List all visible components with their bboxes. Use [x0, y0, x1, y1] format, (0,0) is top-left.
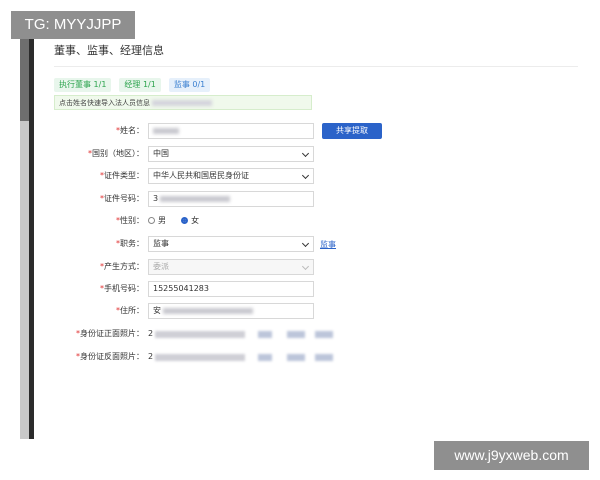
address-input[interactable]: 安 — [148, 303, 314, 319]
gender-male-radio[interactable] — [148, 217, 155, 224]
gender-radio-group: 男 女 — [148, 213, 199, 229]
name-input[interactable] — [148, 123, 314, 139]
tg-badge: TG: MYYJJPP — [11, 11, 135, 39]
tip-text: 点击姓名快速导入法人员信息 — [59, 99, 150, 107]
watermark: www.j9yxweb.com — [434, 441, 589, 470]
id-front-filename-redacted — [155, 331, 245, 338]
id-front-action-2[interactable] — [287, 331, 305, 338]
country-label: *国别（地区）： — [88, 149, 144, 158]
quick-import-tip: 点击姓名快速导入法人员信息 — [54, 95, 312, 110]
phone-value: 15255041283 — [153, 284, 209, 293]
id-type-value: 中华人民共和国居民身份证 — [153, 171, 249, 180]
gender-female-radio[interactable] — [181, 217, 189, 224]
name-label: *姓名： — [116, 126, 144, 135]
left-panel-edge — [29, 39, 34, 439]
row-country: *国别（地区）： — [40, 146, 144, 162]
id-number-value: 3 — [153, 194, 159, 203]
share-extract-button[interactable]: 共享提取 — [322, 123, 382, 139]
id-back-files: 2 — [0, 349, 360, 365]
tab-supervisor[interactable]: 监事 0/1 — [168, 78, 211, 92]
row-position: *职务： — [40, 236, 144, 252]
name-redacted — [153, 127, 179, 134]
tab-executive-director[interactable]: 执行董事 1/1 — [54, 78, 112, 92]
position-link[interactable]: 监事 — [320, 239, 336, 250]
row-name: *姓名： — [40, 123, 144, 139]
row-method: *产生方式： — [40, 259, 144, 275]
gender-female-label: 女 — [191, 216, 200, 225]
tab-manager[interactable]: 经理 1/1 — [119, 78, 161, 92]
position-select[interactable]: 监事 — [148, 236, 314, 252]
row-address: *住所： — [40, 303, 144, 319]
role-tabs: 执行董事 1/1 经理 1/1 监事 0/1 — [54, 78, 211, 92]
id-number-redacted — [160, 195, 231, 202]
address-label: *住所： — [116, 306, 144, 315]
id-number-label: *证件号码： — [100, 194, 144, 203]
page-title: 董事、监事、经理信息 — [54, 44, 164, 57]
country-select[interactable]: 中国 — [148, 146, 314, 162]
phone-input[interactable]: 15255041283 — [148, 281, 314, 297]
country-value: 中国 — [153, 149, 169, 158]
method-value: 委派 — [153, 262, 169, 271]
title-divider — [54, 66, 578, 67]
row-id-type: *证件类型： — [40, 168, 144, 184]
address-redacted — [163, 307, 253, 314]
method-label: *产生方式： — [100, 262, 144, 271]
id-back-value: 2 — [148, 352, 154, 361]
gender-options: 男 女 — [0, 213, 300, 229]
id-back-action-3[interactable] — [315, 354, 333, 361]
id-number-input[interactable]: 3 — [148, 191, 314, 207]
position-value: 监事 — [153, 239, 169, 248]
id-front-files: 2 — [0, 326, 360, 342]
id-front-value: 2 — [148, 329, 154, 338]
position-label: *职务： — [116, 239, 144, 248]
address-value: 安 — [153, 306, 161, 315]
id-front-action-1[interactable] — [258, 331, 272, 338]
row-id-number: *证件号码： — [40, 191, 144, 207]
id-front-action-3[interactable] — [315, 331, 333, 338]
id-type-label: *证件类型： — [100, 171, 144, 180]
gender-male-label: 男 — [158, 216, 166, 225]
row-phone: *手机号码： — [40, 281, 144, 297]
id-back-action-1[interactable] — [258, 354, 272, 361]
tip-redacted — [152, 100, 212, 106]
id-type-select[interactable]: 中华人民共和国居民身份证 — [148, 168, 314, 184]
method-select[interactable]: 委派 — [148, 259, 314, 275]
phone-label: *手机号码： — [100, 284, 144, 293]
id-back-action-2[interactable] — [287, 354, 305, 361]
scrollbar-thumb[interactable] — [20, 39, 29, 121]
id-back-filename-redacted — [155, 354, 245, 361]
